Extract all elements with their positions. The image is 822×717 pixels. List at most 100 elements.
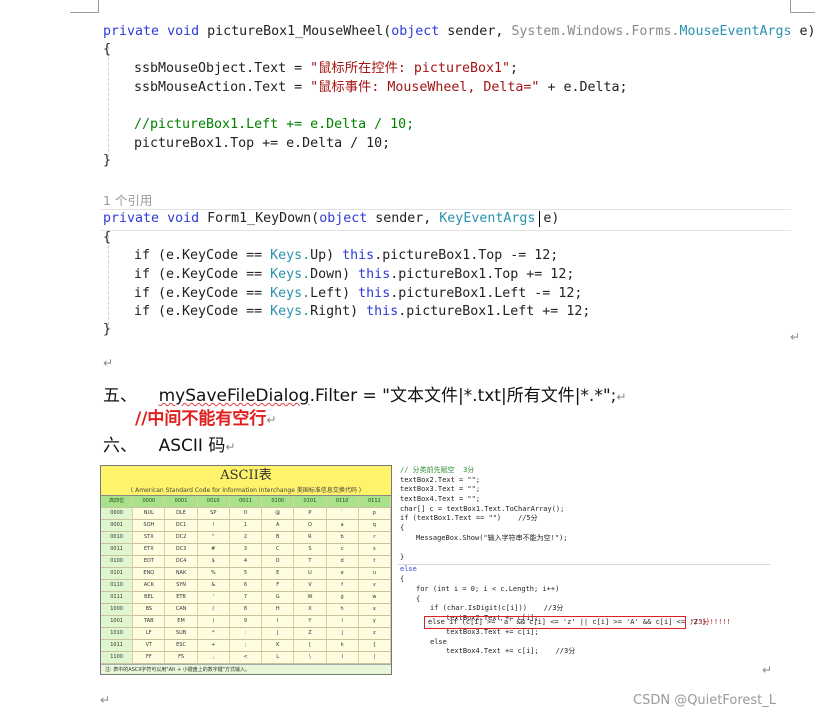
code-text: .pictureBox1.Top += 12; — [390, 267, 575, 282]
ascii-cell: q — [359, 520, 391, 531]
code-line: ssbMouseAction.Text = "鼠标事件: MouseWheel,… — [134, 79, 628, 97]
ascii-header-cell: 0110 — [326, 496, 359, 507]
ascii-row: 0001 SOH DC1! 1 A Qa q — [101, 520, 391, 532]
code-comment: //pictureBox1.Left += e.Delta / 10; — [134, 117, 415, 132]
note-text: //中间不能有空行 — [135, 409, 267, 429]
ascii-cell: # — [198, 544, 230, 555]
ascii-cell: 5 — [230, 568, 263, 579]
ascii-cell: DC2 — [165, 532, 198, 543]
ascii-cell: r — [359, 532, 391, 543]
red-note: //中间不能有空行↵ — [135, 404, 276, 429]
ascii-cell: 0011 — [101, 544, 134, 555]
snippet-line: textBox3.Text += c[i]; — [446, 628, 539, 636]
ascii-cell: f — [327, 580, 359, 591]
code-text: if (e.KeyCode == — [134, 286, 271, 301]
code-text: ) — [342, 267, 359, 282]
ascii-table-subtitle: ( American Standard Code for Information… — [101, 486, 391, 496]
indent-guide — [108, 235, 109, 330]
type-name: Keys. — [270, 248, 311, 263]
ascii-cell: $ — [198, 556, 230, 567]
ascii-cell: DC4 — [165, 556, 198, 567]
ascii-cell: X — [294, 604, 327, 615]
snippet-line: if (textBox1.Text == "") //5分 — [400, 514, 538, 522]
ascii-cell: @ — [262, 508, 295, 519]
keyword: this — [358, 286, 391, 301]
page-corner-mark-left — [70, 0, 99, 13]
paragraph-mark: ↵ — [762, 663, 773, 677]
snippet-line: for (int i = 0; i < c.Length; i++) — [416, 585, 560, 593]
code-line: if (e.KeyCode == Keys.Right) this.pictur… — [134, 303, 590, 321]
ascii-header-cell: 高四位 — [101, 496, 134, 507]
ascii-cell: c — [327, 544, 359, 555]
ascii-cell: 0000 — [101, 508, 134, 519]
ascii-cell: 0101 — [101, 568, 134, 579]
ascii-header-cell: 0001 — [165, 496, 198, 507]
ascii-cell: NAK — [165, 568, 198, 579]
ascii-cell: G — [262, 592, 295, 603]
ascii-cell: 1011 — [101, 640, 134, 651]
ascii-cell: 3 — [230, 544, 263, 555]
section-6-line[interactable]: 六、 ASCII 码↵ — [103, 431, 235, 456]
snippet-line: else — [400, 565, 417, 573]
ascii-cell: h — [327, 604, 359, 615]
ascii-cell: ENQ — [133, 568, 166, 579]
ascii-cell: e — [327, 568, 359, 579]
spellcheck-word[interactable]: mySaveFileDialog — [159, 386, 310, 406]
ascii-cell: EOT — [133, 556, 166, 567]
snippet-line: else — [430, 638, 447, 646]
ascii-cell: 0111 — [101, 592, 134, 603]
ascii-cell: s — [359, 544, 391, 555]
code-text: Left — [310, 286, 343, 301]
section-5-line[interactable]: 五、 mySaveFileDialog.Filter = "文本文件|*.txt… — [103, 381, 626, 406]
ascii-row: 0101 ENQ NAK% 5 E Ue u — [101, 568, 391, 580]
ascii-cell: F — [262, 580, 295, 591]
ascii-row: 0010 STX DC2 " 2 B Rb r — [101, 532, 391, 544]
ascii-cell: E — [262, 568, 295, 579]
ascii-cell: ESC — [165, 640, 198, 651]
ascii-row: 0111 BEL ETB ' 7 G Wg w — [101, 592, 391, 604]
section-number: 五、 — [103, 386, 137, 406]
ascii-cell: FF — [133, 652, 166, 663]
ascii-cell: BS — [133, 604, 166, 615]
code-text: ssbMouseAction.Text = — [134, 80, 311, 95]
ascii-cell: L — [262, 652, 295, 663]
code-text: if (e.KeyCode == — [134, 304, 271, 319]
ascii-row: 1100 FF FS, < L \ l | — [101, 652, 391, 664]
ascii-cell: & — [198, 580, 230, 591]
ascii-cell: NUL — [133, 508, 166, 519]
section-text: .Filter = "文本文件|*.txt|所有文件|*.*"; — [309, 386, 617, 406]
ascii-cell: ! — [198, 520, 230, 531]
ascii-cell: ETX — [133, 544, 166, 555]
reference-count[interactable]: 1 个引用 — [103, 190, 152, 209]
ascii-cell: K — [262, 640, 295, 651]
ascii-cell: DC3 — [165, 544, 198, 555]
snippet-line: MessageBox.Show("输入字符串不能为空!"); — [416, 534, 568, 542]
ascii-cell: { — [359, 640, 391, 651]
code-text: sender, — [439, 24, 512, 39]
code-line: if (e.KeyCode == Keys.Left) this.picture… — [134, 285, 582, 303]
ascii-row: 0100 EOT DC4 $4 D Td t — [101, 556, 391, 568]
snippet-annotation: //3分!!!!! — [690, 618, 731, 626]
string-literal: "鼠标事件: MouseWheel, Delta=" — [310, 80, 540, 95]
ascii-cell: B — [262, 532, 295, 543]
code-text: Down — [310, 267, 343, 282]
ascii-cell: 1001 — [101, 616, 134, 627]
ascii-cell: Q — [294, 520, 327, 531]
ascii-cell: FS — [165, 652, 198, 663]
paragraph-mark: ↵ — [103, 356, 114, 370]
ascii-cell: U — [294, 568, 327, 579]
ascii-cell: D — [262, 556, 295, 567]
code-line: ssbMouseObject.Text = "鼠标所在控件: pictureBo… — [134, 60, 518, 78]
ascii-header-cell: 0010 — [197, 496, 230, 507]
ascii-cell: 6 — [230, 580, 263, 591]
ascii-cell: 0100 — [101, 556, 134, 567]
code-line: pictureBox1.Top += e.Delta / 10; — [134, 136, 391, 151]
code-line: if (e.KeyCode == Keys.Up) this.pictureBo… — [134, 247, 558, 265]
indent-guide — [108, 47, 109, 157]
section-text: ASCII 码 — [158, 436, 226, 456]
ascii-cell: b — [327, 532, 359, 543]
ascii-cell: VT — [133, 640, 166, 651]
ascii-row: 0110 ACK SYN & 6 F Vf v — [101, 580, 391, 592]
ascii-cell: 4 — [230, 556, 263, 567]
ascii-cell: ; — [230, 640, 263, 651]
